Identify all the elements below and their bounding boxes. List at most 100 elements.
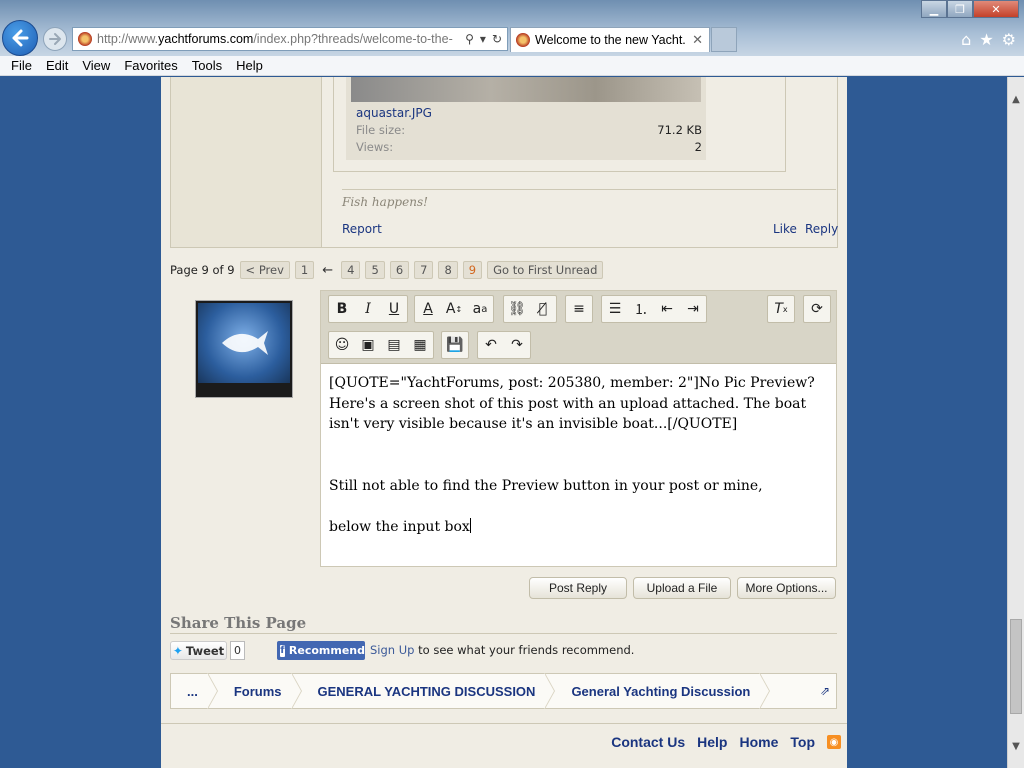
home-icon[interactable]: ⌂	[961, 30, 971, 49]
attachment-name[interactable]: aquastar.JPG	[356, 106, 432, 120]
pagination: Page 9 of 9 < Prev 1 ← 4 5 6 7 8 9 Go to…	[170, 261, 604, 279]
redo-icon[interactable]: ↷	[504, 332, 530, 358]
footer-links: Contact Us Help Home Top ◉	[611, 734, 841, 750]
menu-favorites[interactable]: Favorites	[117, 58, 184, 73]
menu-view[interactable]: View	[75, 58, 117, 73]
editor-line: [QUOTE="YachtForums, post: 205380, membe…	[329, 375, 815, 432]
forum-content: aquastar.JPG File size: 71.2 KB Views: 2…	[161, 77, 847, 768]
outdent-icon[interactable]: ⇤	[654, 296, 680, 322]
scroll-thumb[interactable]	[1010, 619, 1022, 714]
page-link-5[interactable]: 5	[365, 261, 385, 279]
go-to-first-unread-button[interactable]: Go to First Unread	[487, 261, 604, 279]
toggle-bbcode-icon[interactable]: ⟳	[804, 296, 830, 322]
menu-file[interactable]: File	[4, 58, 39, 73]
restore-button[interactable]: ❐	[947, 0, 973, 18]
attachment-thumbnail[interactable]	[351, 77, 701, 102]
more-options-button[interactable]: More Options...	[737, 577, 836, 599]
tweet-count: 0	[230, 641, 245, 660]
page-count-label: Page 9 of 9	[170, 263, 235, 277]
page-link-1[interactable]: 1	[294, 261, 315, 279]
editor-line: Still not able to find the Preview butto…	[329, 477, 763, 494]
numbered-list-icon[interactable]: ⒈	[628, 296, 654, 322]
arrow-right-icon	[49, 33, 61, 45]
post-reply-button[interactable]: Post Reply	[529, 577, 627, 599]
tab-close-icon[interactable]: ✕	[686, 33, 709, 48]
browser-tab[interactable]: Welcome to the new Yacht... ✕	[510, 27, 710, 52]
underline-button[interactable]: U	[381, 296, 407, 322]
jump-icon[interactable]: ⇗	[820, 684, 830, 698]
address-bar[interactable]: http://www.yachtforums.com/index.php?thr…	[72, 27, 508, 51]
text-caret	[469, 517, 471, 533]
footer-help[interactable]: Help	[697, 734, 727, 750]
search-icon[interactable]: ⚲	[465, 32, 474, 46]
forward-button[interactable]	[43, 27, 67, 51]
breadcrumb-more[interactable]: ...	[171, 673, 218, 709]
scroll-down-icon[interactable]: ▼	[1008, 738, 1024, 754]
reply-editor[interactable]: B I U A A ↕ aa ⛓ ⛓̸ ≡ ☰ ⒈ ⇤ ⇥ T x ⟳ ☺ ▣ …	[320, 290, 837, 567]
link-icon[interactable]: ⛓	[504, 296, 530, 322]
refresh-icon[interactable]: ↻	[492, 32, 502, 46]
save-draft-icon[interactable]: 💾	[442, 332, 468, 358]
page-link-current[interactable]: 9	[462, 261, 483, 279]
page-jump-arrow[interactable]: ←	[319, 263, 336, 278]
minimize-button[interactable]: ▁	[921, 0, 947, 18]
page-viewport: aquastar.JPG File size: 71.2 KB Views: 2…	[0, 77, 1007, 768]
share-divider	[170, 633, 837, 634]
dropdown-icon[interactable]: ▾	[480, 32, 486, 46]
remove-format-icon[interactable]: Tx	[768, 296, 794, 322]
footer-contact-us[interactable]: Contact Us	[611, 734, 685, 750]
font-family-icon[interactable]: aa	[467, 296, 493, 322]
reply-link[interactable]: Reply	[805, 222, 838, 236]
menu-help[interactable]: Help	[229, 58, 270, 73]
page-link-8[interactable]: 8	[438, 261, 458, 279]
bold-button[interactable]: B	[329, 296, 355, 322]
upload-file-button[interactable]: Upload a File	[633, 577, 731, 599]
new-tab-button[interactable]	[711, 27, 737, 52]
breadcrumb-category[interactable]: GENERAL YACHTING DISCUSSION	[302, 673, 556, 709]
page-link-6[interactable]: 6	[389, 261, 410, 279]
site-favicon-icon	[78, 32, 92, 46]
breadcrumb: ... Forums GENERAL YACHTING DISCUSSION G…	[170, 673, 837, 709]
font-size-icon[interactable]: A ↕	[441, 296, 467, 322]
indent-icon[interactable]: ⇥	[680, 296, 706, 322]
favorites-star-icon[interactable]: ★	[979, 30, 993, 49]
tab-favicon-icon	[516, 33, 530, 47]
undo-icon[interactable]: ↶	[478, 332, 504, 358]
align-icon[interactable]: ≡	[566, 296, 592, 322]
vertical-scrollbar[interactable]: ▲ ▼	[1007, 77, 1024, 768]
tweet-button[interactable]: ✦ Tweet	[170, 641, 227, 660]
facebook-signup-link[interactable]: Sign Up	[370, 643, 414, 657]
rss-icon[interactable]: ◉	[827, 735, 841, 749]
prev-page-button[interactable]: < Prev	[239, 261, 290, 279]
close-window-button[interactable]: ✕	[973, 0, 1019, 18]
editor-text-area[interactable]: [QUOTE="YachtForums, post: 205380, membe…	[329, 373, 829, 537]
scroll-up-icon[interactable]: ▲	[1008, 91, 1024, 107]
breadcrumb-forum[interactable]: General Yachting Discussion	[555, 673, 771, 709]
footer-divider	[161, 723, 847, 724]
menu-edit[interactable]: Edit	[39, 58, 75, 73]
gear-icon[interactable]: ⚙	[1002, 30, 1016, 49]
like-link[interactable]: Like	[773, 222, 797, 236]
unlink-icon[interactable]: ⛓̸	[530, 296, 556, 322]
breadcrumb-forums[interactable]: Forums	[218, 673, 302, 709]
arrow-left-icon	[12, 29, 29, 47]
menu-tools[interactable]: Tools	[185, 58, 229, 73]
image-icon[interactable]: ▣	[355, 332, 381, 358]
code-icon[interactable]: ▦	[407, 332, 433, 358]
tab-title: Welcome to the new Yacht...	[535, 33, 687, 47]
media-icon[interactable]: ▤	[381, 332, 407, 358]
back-button[interactable]	[2, 20, 38, 56]
footer-home[interactable]: Home	[739, 734, 778, 750]
url-text[interactable]: http://www.yachtforums.com/index.php?thr…	[97, 32, 465, 46]
font-color-icon[interactable]: A	[415, 296, 441, 322]
footer-top[interactable]: Top	[790, 734, 815, 750]
italic-button[interactable]: I	[355, 296, 381, 322]
avatar-image	[198, 303, 290, 383]
bullet-list-icon[interactable]: ☰	[602, 296, 628, 322]
smilie-icon[interactable]: ☺	[329, 332, 355, 358]
report-link[interactable]: Report	[342, 222, 382, 236]
avatar[interactable]	[195, 300, 293, 398]
page-link-4[interactable]: 4	[341, 261, 361, 279]
page-link-7[interactable]: 7	[414, 261, 434, 279]
facebook-recommend-button[interactable]: f Recommend	[277, 641, 365, 660]
